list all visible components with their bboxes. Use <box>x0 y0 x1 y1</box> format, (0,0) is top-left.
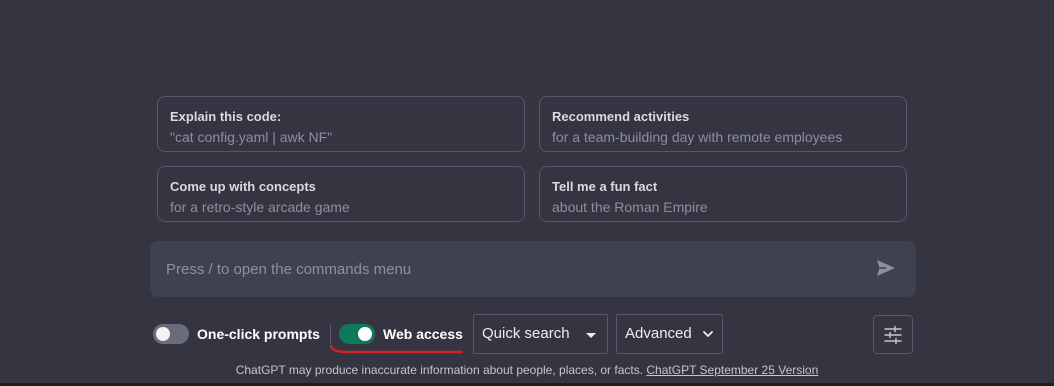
message-composer <box>150 241 916 297</box>
settings-button[interactable] <box>873 315 913 354</box>
suggestion-subtitle: "cat config.yaml | awk NF" <box>170 129 333 145</box>
web-access-label[interactable]: Web access <box>383 324 463 344</box>
message-input[interactable] <box>166 241 856 297</box>
suggestion-title: Tell me a fun fact <box>552 179 658 194</box>
disclaimer-text: ChatGPT may produce inaccurate informati… <box>235 363 647 377</box>
one-click-prompts-label[interactable]: One-click prompts <box>197 324 320 344</box>
suggestion-card-fun-fact[interactable]: Tell me a fun fact about the Roman Empir… <box>539 166 907 222</box>
suggestion-subtitle: about the Roman Empire <box>552 199 708 215</box>
detail-mode-value: Advanced <box>625 325 692 342</box>
toggle-knob <box>358 327 372 341</box>
search-mode-dropdown[interactable]: Quick search <box>473 314 608 354</box>
send-button[interactable] <box>876 259 898 279</box>
caret-down-icon <box>586 333 596 338</box>
sliders-icon <box>884 325 902 345</box>
toggle-knob <box>156 327 170 341</box>
suggestion-card-explain-code[interactable]: Explain this code: "cat config.yaml | aw… <box>157 96 525 152</box>
web-access-toggle[interactable] <box>339 324 375 344</box>
disclaimer-footer: ChatGPT may produce inaccurate informati… <box>0 362 1054 378</box>
suggestion-title: Explain this code: <box>170 109 282 124</box>
suggestion-subtitle: for a retro-style arcade game <box>170 199 350 215</box>
suggestion-subtitle: for a team-building day with remote empl… <box>552 129 843 145</box>
version-link[interactable]: ChatGPT September 25 Version <box>646 363 818 377</box>
detail-mode-dropdown[interactable]: Advanced <box>616 314 723 354</box>
annotation-underline <box>329 344 464 354</box>
suggestion-title: Recommend activities <box>552 109 690 124</box>
chevron-down-icon <box>703 331 713 337</box>
one-click-prompts-toggle[interactable] <box>153 324 189 344</box>
suggestion-card-come-up-with-concepts[interactable]: Come up with concepts for a retro-style … <box>157 166 525 222</box>
suggestion-card-recommend-activities[interactable]: Recommend activities for a team-building… <box>539 96 907 152</box>
search-mode-value: Quick search <box>482 325 570 342</box>
options-divider <box>330 324 331 344</box>
suggestion-title: Come up with concepts <box>170 179 316 194</box>
send-icon <box>877 260 895 276</box>
